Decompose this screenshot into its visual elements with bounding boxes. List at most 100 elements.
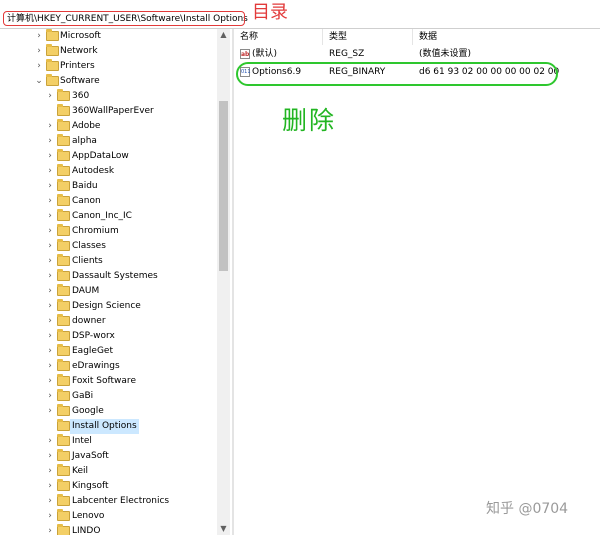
column-name-header[interactable]: 名称 <box>240 31 258 43</box>
folder-icon <box>57 494 70 506</box>
folder-icon <box>57 479 70 491</box>
chevron-right-icon[interactable]: › <box>45 179 55 194</box>
chevron-right-icon[interactable]: › <box>45 314 55 329</box>
tree-item[interactable]: › Baidu <box>0 179 217 194</box>
tree-item-label: Microsoft <box>60 31 101 41</box>
tree-item-label: Intel <box>72 436 92 446</box>
tree-item[interactable]: › AppDataLow <box>0 149 217 164</box>
chevron-right-icon[interactable]: › <box>34 29 44 44</box>
tree-item-label: EagleGet <box>72 346 113 356</box>
chevron-right-icon[interactable]: › <box>45 434 55 449</box>
value-row[interactable]: ab (默认) REG_SZ (数值未设置) <box>238 47 598 62</box>
tree-item[interactable]: › Lenovo <box>0 509 217 524</box>
tree-scrollbar[interactable]: ▲ ▼ <box>217 29 230 535</box>
chevron-right-icon[interactable]: › <box>34 59 44 74</box>
chevron-right-icon[interactable]: › <box>45 359 55 374</box>
chevron-right-icon[interactable]: › <box>45 509 55 524</box>
folder-icon <box>57 449 70 461</box>
tree-item[interactable]: › eDrawings <box>0 359 217 374</box>
chevron-right-icon[interactable]: › <box>45 449 55 464</box>
tree-item[interactable]: › Labcenter Electronics <box>0 494 217 509</box>
tree-item[interactable]: › Intel <box>0 434 217 449</box>
chevron-right-icon[interactable]: › <box>45 299 55 314</box>
chevron-right-icon[interactable]: › <box>45 239 55 254</box>
chevron-right-icon[interactable]: › <box>45 284 55 299</box>
tree-item[interactable]: › downer <box>0 314 217 329</box>
tree-item-label: Dassault Systemes <box>72 271 158 281</box>
address-bar[interactable]: 计算机\HKEY_CURRENT_USER\Software\Install O… <box>0 10 600 29</box>
column-divider[interactable] <box>412 29 413 45</box>
folder-icon <box>57 104 70 116</box>
tree-item[interactable]: › DSP-worx <box>0 329 217 344</box>
tree-item[interactable]: › Network <box>0 44 217 59</box>
tree-item[interactable]: › Chromium <box>0 224 217 239</box>
tree-item[interactable]: › Printers <box>0 59 217 74</box>
scroll-thumb[interactable] <box>219 101 228 271</box>
folder-icon <box>57 359 70 371</box>
chevron-right-icon[interactable]: › <box>45 134 55 149</box>
folder-icon <box>57 434 70 446</box>
folder-icon <box>46 44 59 56</box>
chevron-right-icon[interactable]: › <box>45 269 55 284</box>
chevron-right-icon[interactable]: › <box>45 374 55 389</box>
tree-item[interactable]: › Keil <box>0 464 217 479</box>
tree-item[interactable]: › LINDO <box>0 524 217 535</box>
tree-item[interactable]: › Dassault Systemes <box>0 269 217 284</box>
chevron-right-icon[interactable]: › <box>45 479 55 494</box>
chevron-right-icon[interactable]: › <box>45 404 55 419</box>
tree-item[interactable]: › Clients <box>0 254 217 269</box>
chevron-right-icon[interactable]: › <box>45 494 55 509</box>
chevron-right-icon[interactable]: › <box>45 254 55 269</box>
tree-item[interactable]: › alpha <box>0 134 217 149</box>
value-type: REG_SZ <box>329 49 365 59</box>
chevron-right-icon[interactable]: › <box>45 524 55 535</box>
column-divider[interactable] <box>322 29 323 45</box>
tree-item[interactable]: › Canon <box>0 194 217 209</box>
chevron-right-icon[interactable]: › <box>45 149 55 164</box>
tree-item[interactable]: › Adobe <box>0 119 217 134</box>
tree-item[interactable]: Install Options <box>0 419 217 434</box>
tree-item[interactable]: › Canon_Inc_IC <box>0 209 217 224</box>
chevron-right-icon[interactable]: › <box>45 209 55 224</box>
chevron-down-icon[interactable]: ⌄ <box>34 74 44 89</box>
tree-item[interactable]: ⌄ Software <box>0 74 217 89</box>
tree-item[interactable]: 360WallPaperEver <box>0 104 217 119</box>
tree-item[interactable]: › Autodesk <box>0 164 217 179</box>
scroll-up-icon[interactable]: ▲ <box>217 29 230 41</box>
tree-item-label: Software <box>60 76 100 86</box>
tree-item-label: Lenovo <box>72 511 105 521</box>
folder-icon <box>57 209 70 221</box>
chevron-right-icon[interactable]: › <box>45 119 55 134</box>
column-type-header[interactable]: 类型 <box>329 31 347 43</box>
scroll-down-icon[interactable]: ▼ <box>217 523 230 535</box>
tree-item-label: Foxit Software <box>72 376 136 386</box>
chevron-right-icon[interactable]: › <box>45 164 55 179</box>
folder-icon <box>57 464 70 476</box>
folder-icon <box>57 329 70 341</box>
chevron-right-icon[interactable]: › <box>34 44 44 59</box>
tree-item[interactable]: › DAUM <box>0 284 217 299</box>
chevron-right-icon[interactable]: › <box>45 389 55 404</box>
tree-item[interactable]: › 360 <box>0 89 217 104</box>
string-value-icon: ab <box>240 49 250 59</box>
tree-item[interactable]: › Kingsoft <box>0 479 217 494</box>
chevron-right-icon[interactable]: › <box>45 89 55 104</box>
chevron-right-icon[interactable]: › <box>45 344 55 359</box>
tree-item[interactable]: › JavaSoft <box>0 449 217 464</box>
chevron-right-icon[interactable]: › <box>45 329 55 344</box>
pane-splitter[interactable] <box>232 29 234 535</box>
column-data-header[interactable]: 数据 <box>419 31 437 43</box>
registry-tree[interactable]: › Microsoft › Network › Printers ⌄ Software › 360… <box>0 29 232 535</box>
tree-item[interactable]: › EagleGet <box>0 344 217 359</box>
tree-item-label: Keil <box>72 466 88 476</box>
tree-item[interactable]: › Foxit Software <box>0 374 217 389</box>
chevron-right-icon[interactable]: › <box>45 224 55 239</box>
chevron-right-icon[interactable]: › <box>45 194 55 209</box>
tree-item[interactable]: › Design Science <box>0 299 217 314</box>
chevron-right-icon[interactable]: › <box>45 464 55 479</box>
tree-item[interactable]: › Microsoft <box>0 29 217 44</box>
tree-item[interactable]: › Google <box>0 404 217 419</box>
address-note-annotation: 目录 <box>252 2 288 23</box>
tree-item[interactable]: › Classes <box>0 239 217 254</box>
tree-item[interactable]: › GaBi <box>0 389 217 404</box>
